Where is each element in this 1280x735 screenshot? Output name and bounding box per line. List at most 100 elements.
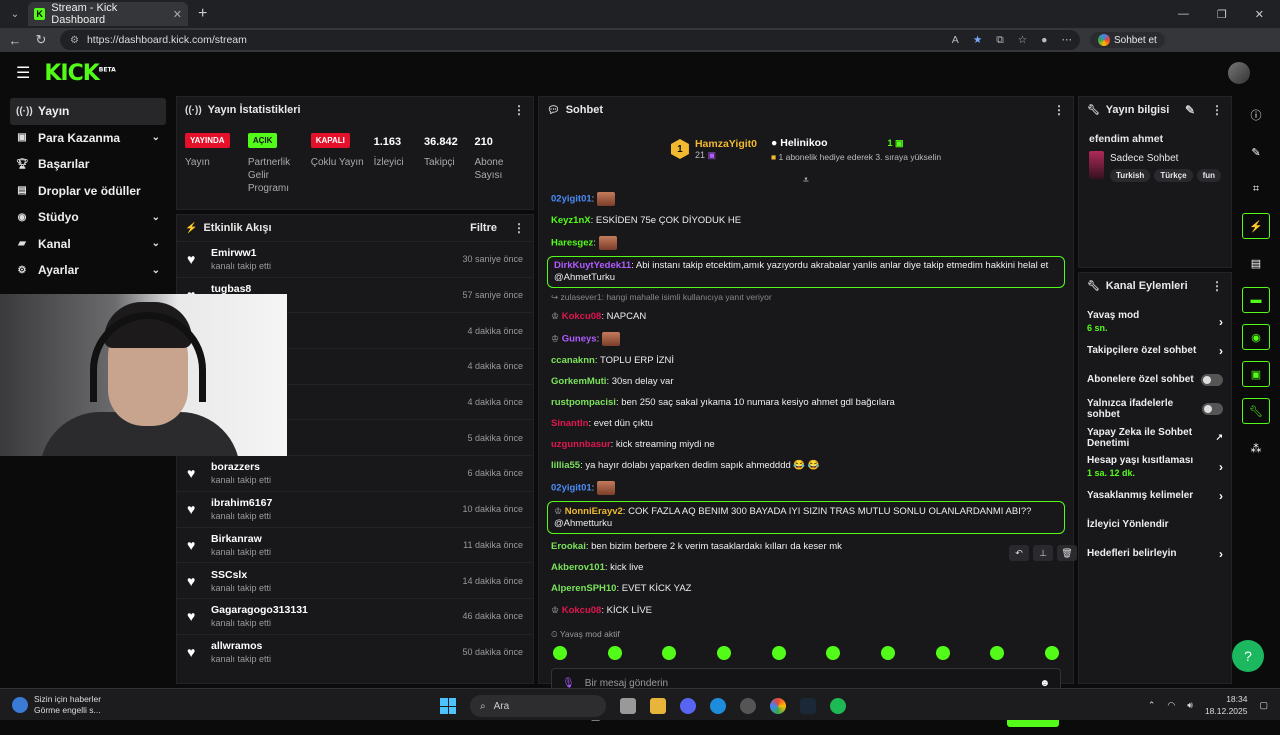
close-window-icon[interactable]: ✕ [1255,8,1264,21]
windows-start-icon[interactable] [440,698,456,714]
minimize-icon[interactable]: — [1178,8,1189,21]
copilot-chat-button[interactable]: Sohbet et [1090,32,1165,48]
help-chat-icon[interactable]: ? [1232,640,1264,672]
top-gifter-name[interactable]: HamzaYigit0 [695,138,757,150]
channel-action-item[interactable]: İzleyici Yönlendir [1079,510,1231,539]
edit-icon[interactable]: ✎ [1242,139,1270,165]
tray-chevron-icon[interactable]: ⌃ [1148,700,1156,711]
channel-action-item[interactable]: Takipçilere özel sohbet › [1079,336,1231,365]
more-options-icon[interactable]: ⋮ [1053,103,1065,117]
emote-icon[interactable] [990,646,1005,660]
info-icon[interactable]: ⓘ [1242,102,1270,128]
chat-username[interactable]: uzgunnbasur [551,439,611,450]
chat-message[interactable]: 02yigit01: [547,476,1065,499]
discord-icon[interactable] [680,698,696,714]
chrome-icon[interactable] [770,698,786,714]
task-view-icon[interactable] [620,698,636,714]
file-explorer-icon[interactable] [650,698,666,714]
profile-icon[interactable]: ● [1041,34,1047,47]
channel-action-item[interactable]: Yalnızca ifadelerle sohbet [1079,394,1231,423]
user-avatar[interactable] [1228,62,1250,84]
browser-tab[interactable]: K Stream - Kick Dashboard ✕ [28,2,188,26]
chat-message[interactable]: lillia55: ya hayır dolabı yaparken dedim… [547,455,1065,476]
activity-user[interactable]: ibrahim6167 [211,497,272,509]
toggle-switch[interactable] [1201,373,1223,386]
chat-username[interactable]: GorkemMuti [551,376,606,387]
broadcast-icon[interactable]: ◉ [1242,324,1270,350]
chat-message[interactable]: Erookai: ben bizim berbere 2 k verim tas… [547,536,1065,557]
emote-icon[interactable] [771,646,786,660]
favorites-icon[interactable]: ☆ [1018,34,1027,47]
volume-icon[interactable]: 🔊︎ [1187,700,1193,711]
mic-icon[interactable]: 🎙︎ [562,678,575,689]
chat-message[interactable]: uzgunnbasur: kick streaming miydi ne [547,434,1065,455]
chat-message[interactable]: DirkKuytYedek11: Abi instanı takip etcek… [547,256,1065,288]
chat-username[interactable]: Erookai [551,541,586,552]
url-field[interactable]: ⚙ https://dashboard.kick.com/stream A ★ … [60,30,1080,50]
chat-username[interactable]: 02yigit01 [551,482,592,493]
activity-user[interactable]: allwramos [211,640,271,652]
emote-icon[interactable] [880,646,895,660]
chat-message[interactable]: Sinantln: evet dün çıktu [547,413,1065,434]
emote-icon[interactable] [662,646,677,660]
more-options-icon[interactable]: ⋮ [1211,279,1223,293]
activity-user[interactable]: Birkanraw [211,533,271,545]
chat-message[interactable]: AlperenSPH10: EVET KİCK YAZ [547,578,1065,599]
chat-username[interactable]: Guneys [562,333,597,344]
tab-list-icon[interactable]: ⌄ [4,3,26,25]
chat-message[interactable]: Keyz1nX: ESKİDEN 75e ÇOK DİYODUK HE [547,210,1065,231]
channel-action-item[interactable]: Yavaş mod 6 sn. › [1079,307,1231,336]
chat-message[interactable]: 02yigit01: [547,187,1065,210]
wrench-icon[interactable]: 🔧︎ [1242,398,1270,424]
favorite-star-icon[interactable]: ★ [973,34,982,47]
clock[interactable]: 18:34 18.12.2025 [1205,693,1248,717]
sidebar-item-para-kazanma[interactable]: ▣ Para Kazanma ⌄ [10,125,166,152]
taskbar-search[interactable]: ⌕ Ara [470,695,606,717]
collapse-arrow-icon[interactable]: ⩡ [539,175,1073,187]
channel-action-item[interactable]: Yapay Zeka ile Sohbet Denetimi ↗ [1079,423,1231,452]
emote-icon[interactable] [826,646,841,660]
channel-action-item[interactable]: Yasaklanmış kelimeler › [1079,481,1231,510]
steam-icon[interactable] [800,698,816,714]
layout-icon[interactable]: ▣ [1242,361,1270,387]
emote-icon[interactable] [1044,646,1059,660]
hamburger-menu-icon[interactable]: ☰ [16,63,30,83]
gifter-name[interactable]: Helinikoo [780,137,827,149]
wifi-icon[interactable]: ◠ [1167,700,1175,711]
more-options-icon[interactable]: ⋮ [1211,103,1223,117]
sidebar-item-kanal[interactable]: ▰ Kanal ⌄ [10,231,166,258]
chat-message[interactable]: rustpompacisi: ben 250 saç sakal yıkama … [547,392,1065,413]
notifications-icon[interactable]: ▢ [1259,700,1268,711]
emoji-picker-icon[interactable]: ☻ [1039,678,1050,689]
emote-icon[interactable] [553,646,567,660]
chat-message[interactable]: Akberov101: kick live [547,557,1065,578]
notes-icon[interactable]: ▤ [1242,250,1270,276]
chat-username[interactable]: Kokcu08 [562,605,602,616]
chat-username[interactable]: Kokcu08 [562,311,602,322]
channel-action-item[interactable]: Hedefleri belirleyin › [1079,539,1231,568]
chat-username[interactable]: ccanaknn [551,355,595,366]
close-tab-icon[interactable]: ✕ [173,8,182,21]
chat-username[interactable]: Sinantln [551,418,588,429]
back-icon[interactable]: ← [4,33,26,48]
chat-message[interactable]: ccanaknn: TOPLU ERP İZNİ [547,350,1065,371]
toggle-switch[interactable] [1202,402,1223,415]
more-options-icon[interactable]: ⋮ [513,221,525,235]
chat-username[interactable]: rustpompacisi [551,397,616,408]
chat-message[interactable]: ♔ Guneys: [547,327,1065,350]
chat-username[interactable]: AlperenSPH10 [551,583,616,594]
screenshot-icon[interactable]: ⌗ [1242,176,1270,202]
sidebar-item-yayin[interactable]: ((·)) Yayın [10,98,166,125]
chat-message[interactable]: ♔ Kokcu08: NAPCAN [547,305,1065,327]
activity-user[interactable]: Gagaragogo313131 [211,604,308,616]
chat-message[interactable]: ♔ Kokcu08: KİCK LİVE [547,599,1065,621]
read-aloud-icon[interactable]: A [952,34,959,47]
sidebar-item-studyo[interactable]: ◉ Stüdyo ⌄ [10,204,166,231]
delete-icon[interactable]: 🗑︎ [1057,545,1077,561]
more-icon[interactable]: ⋯ [1062,34,1073,47]
chat-bubble-icon[interactable]: ▬ [1242,287,1270,313]
activity-user[interactable]: SSCslx [211,569,271,581]
restore-icon[interactable]: ❐ [1217,8,1227,21]
chat-username[interactable]: NonniErayv2 [565,506,623,517]
pin-icon[interactable]: ⊥ [1033,545,1053,561]
